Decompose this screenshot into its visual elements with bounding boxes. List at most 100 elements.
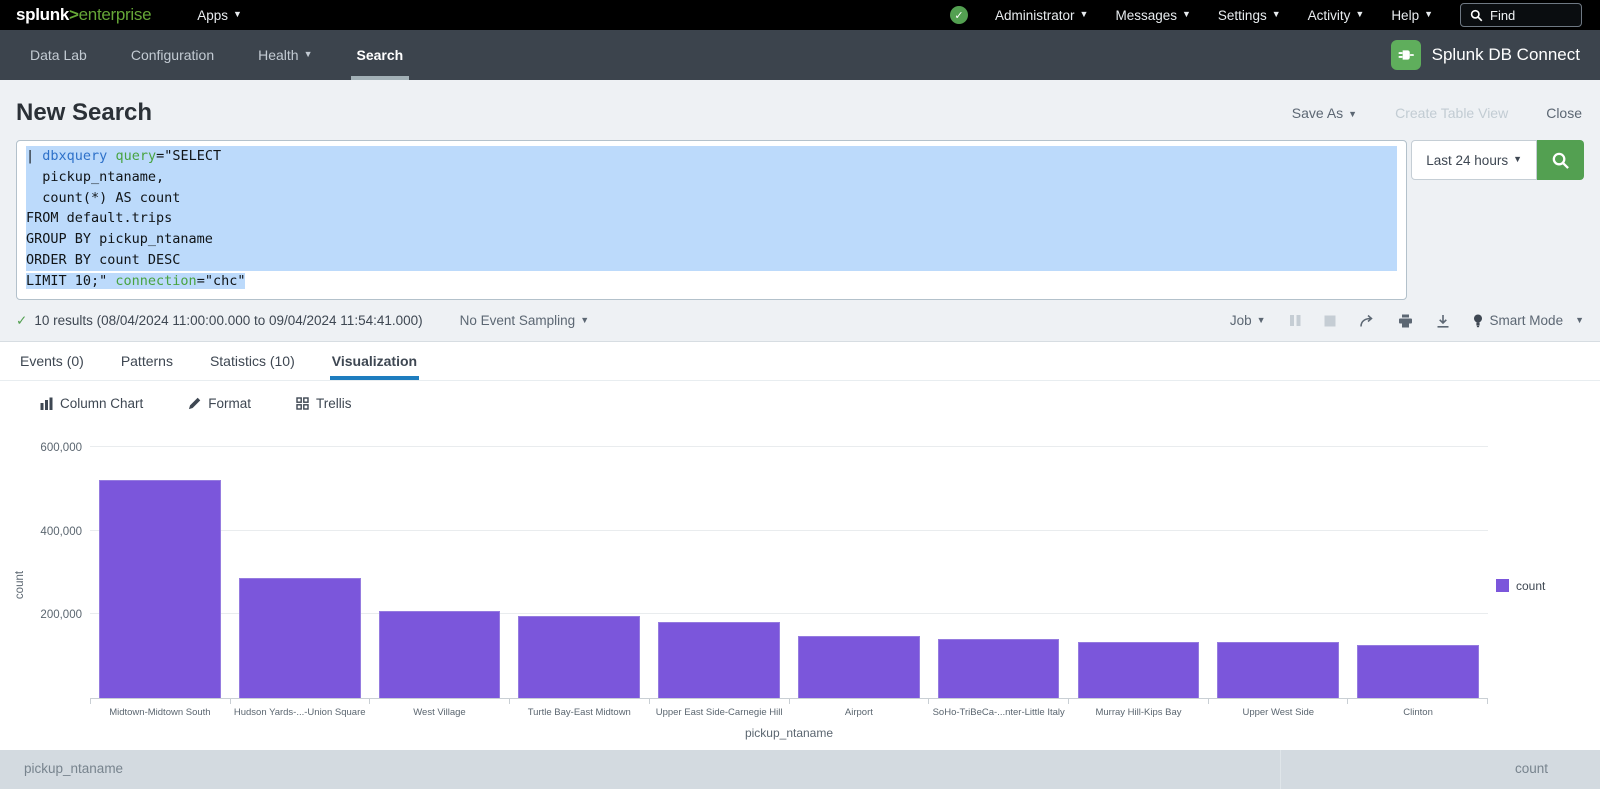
chevron-down-icon: ▼ — [1513, 154, 1522, 164]
y-tick-label: 200,000 — [40, 609, 82, 621]
search-icon — [1551, 151, 1570, 170]
tab-statistics[interactable]: Statistics (10) — [210, 342, 295, 380]
nav-item-search[interactable]: Search — [335, 30, 426, 80]
health-status-icon[interactable]: ✓ — [950, 6, 968, 24]
time-range-picker[interactable]: Last 24 hours▼ — [1411, 140, 1537, 180]
nav-item-health[interactable]: Health▼ — [236, 30, 334, 80]
chevron-down-icon: ▼ — [1424, 9, 1433, 19]
tab-patterns[interactable]: Patterns — [121, 342, 173, 380]
chart-bar[interactable] — [239, 578, 361, 698]
chart-bar[interactable] — [938, 639, 1060, 698]
chevron-down-icon: ▼ — [1355, 9, 1364, 19]
close-button[interactable]: Close — [1546, 105, 1582, 121]
query-line: ORDER BY count DESC — [26, 250, 1397, 271]
pencil-icon — [188, 397, 201, 410]
messages-menu[interactable]: Messages▼ — [1115, 8, 1190, 23]
chart-bar[interactable] — [1217, 642, 1339, 698]
splunk-logo[interactable]: splunk>enterprise — [0, 5, 167, 25]
find-search-box[interactable] — [1460, 3, 1582, 27]
administrator-menu[interactable]: Administrator▼ — [995, 8, 1088, 23]
create-table-view-button[interactable]: Create Table View — [1395, 105, 1508, 121]
y-axis-title: count — [14, 571, 26, 599]
chevron-down-icon: ▼ — [1272, 9, 1281, 19]
query-line: FROM default.trips — [26, 208, 1397, 229]
chart-plot — [90, 439, 1488, 699]
nav-item-data-lab[interactable]: Data Lab — [8, 30, 109, 80]
column-chart-icon — [40, 397, 53, 410]
x-tick — [1348, 699, 1488, 704]
job-menu[interactable]: Job▼ — [1230, 313, 1266, 328]
apps-menu[interactable]: Apps▼ — [197, 8, 242, 23]
search-query-input[interactable]: | dbxquery query="SELECT pickup_ntaname,… — [16, 140, 1407, 300]
x-category-label: Upper West Side — [1208, 707, 1348, 718]
lightbulb-icon — [1473, 314, 1483, 328]
chart-bar[interactable] — [518, 616, 640, 698]
chart-bar[interactable] — [379, 611, 501, 698]
y-tick-label: 600,000 — [40, 442, 82, 454]
results-summary: 10 results (08/04/2024 11:00:00.000 to 0… — [34, 313, 422, 328]
chevron-down-icon: ▼ — [233, 9, 242, 19]
legend-swatch — [1496, 579, 1509, 592]
activity-menu[interactable]: Activity▼ — [1308, 8, 1365, 23]
visualization-toolbar: Column Chart Format Trellis — [0, 381, 1600, 419]
app-nav-bar: Data Lab Configuration Health▼ Search Sp… — [0, 30, 1600, 80]
search-mode-menu[interactable]: Smart Mode▼ — [1473, 313, 1584, 328]
x-tick — [929, 699, 1069, 704]
app-identity[interactable]: Splunk DB Connect — [1391, 30, 1600, 80]
event-sampling-menu[interactable]: No Event Sampling▼ — [460, 313, 589, 328]
print-button[interactable] — [1398, 314, 1413, 328]
x-axis-title: pickup_ntaname — [90, 726, 1488, 740]
search-icon — [1470, 9, 1483, 22]
x-tick — [1209, 699, 1349, 704]
x-tick — [1069, 699, 1209, 704]
chevron-down-icon: ▼ — [1080, 9, 1089, 19]
query-line: count(*) AS count — [26, 188, 1397, 209]
query-line: GROUP BY pickup_ntaname — [26, 229, 1397, 250]
x-category-label: Clinton — [1348, 707, 1488, 718]
export-download-button[interactable] — [1436, 314, 1450, 328]
top-system-bar: splunk>enterprise Apps▼ ✓ Administrator▼… — [0, 0, 1600, 30]
query-line: pickup_ntaname, — [26, 167, 1397, 188]
x-category-label: Turtle Bay-East Midtown — [509, 707, 649, 718]
page-title: New Search — [16, 99, 152, 127]
chevron-down-icon: ▼ — [1257, 315, 1266, 325]
tab-events[interactable]: Events (0) — [20, 342, 84, 380]
format-button[interactable]: Format — [188, 396, 251, 411]
column-header-pickup-ntaname[interactable]: pickup_ntaname — [0, 750, 1280, 789]
y-tick-label: 400,000 — [40, 526, 82, 538]
x-category-label: West Village — [370, 707, 510, 718]
chevron-down-icon: ▼ — [304, 49, 313, 59]
chevron-down-icon: ▼ — [1182, 9, 1191, 19]
job-status-bar: ✓ 10 results (08/04/2024 11:00:00.000 to… — [0, 300, 1600, 341]
chart-legend[interactable]: count — [1488, 579, 1600, 593]
share-button[interactable] — [1359, 314, 1375, 328]
help-menu[interactable]: Help▼ — [1391, 8, 1433, 23]
nav-item-configuration[interactable]: Configuration — [109, 30, 236, 80]
db-connect-plug-icon — [1391, 40, 1421, 70]
search-section: New Search Save As▼ Create Table View Cl… — [0, 80, 1600, 342]
x-tick — [370, 699, 510, 704]
chart-bar[interactable] — [798, 636, 920, 698]
chart-bar[interactable] — [658, 622, 780, 698]
x-category-label: Hudson Yards-...-Union Square — [230, 707, 370, 718]
statistics-table-header: pickup_ntaname count — [0, 750, 1600, 789]
pause-button[interactable] — [1289, 314, 1301, 327]
chevron-down-icon: ▼ — [580, 315, 589, 325]
query-line: LIMIT 10;" connection="chc" — [26, 271, 1397, 292]
tab-visualization[interactable]: Visualization — [332, 342, 417, 380]
save-as-button[interactable]: Save As▼ — [1292, 105, 1357, 121]
run-search-button[interactable] — [1537, 140, 1584, 180]
chart-bar[interactable] — [99, 480, 221, 698]
chart-bar[interactable] — [1078, 642, 1200, 698]
x-category-label: Murray Hill-Kips Bay — [1069, 707, 1209, 718]
chart-type-picker[interactable]: Column Chart — [40, 396, 143, 411]
chart-bar[interactable] — [1357, 645, 1479, 698]
x-axis-labels: Midtown-Midtown SouthHudson Yards-...-Un… — [90, 707, 1488, 718]
settings-menu[interactable]: Settings▼ — [1218, 8, 1281, 23]
column-header-count[interactable]: count — [1280, 750, 1600, 789]
results-tabs: Events (0) Patterns Statistics (10) Visu… — [0, 342, 1600, 381]
find-input[interactable] — [1490, 8, 1574, 23]
chevron-down-icon: ▼ — [1575, 315, 1584, 325]
trellis-button[interactable]: Trellis — [296, 396, 352, 411]
stop-button[interactable] — [1324, 315, 1336, 327]
